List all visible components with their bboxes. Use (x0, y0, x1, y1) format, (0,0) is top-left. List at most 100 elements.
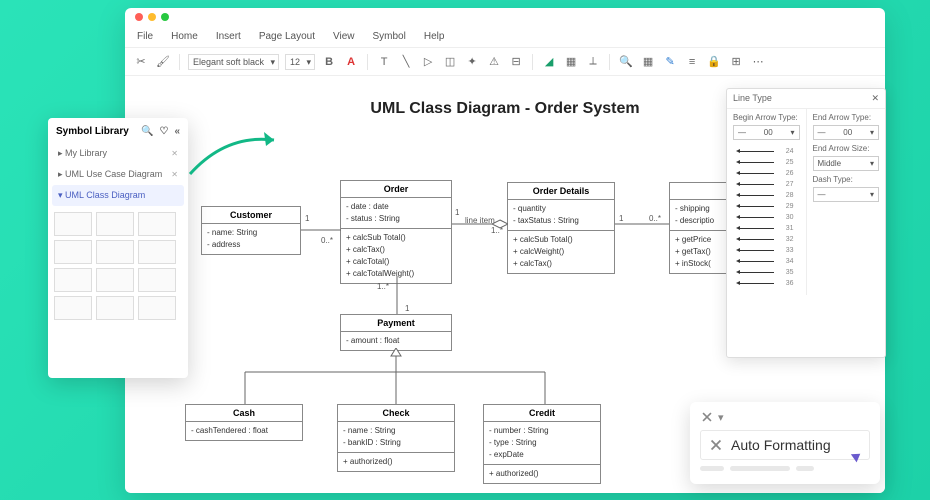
shape-thumbnail[interactable] (138, 240, 176, 264)
more-icon[interactable]: ⋯ (750, 54, 766, 70)
close-window-icon[interactable] (135, 13, 143, 21)
uml-class-credit[interactable]: Credit - number : String - type : String… (483, 404, 601, 484)
class-methods: + authorized() (484, 465, 600, 483)
class-name (670, 183, 728, 200)
search-icon[interactable]: 🔍 (141, 126, 153, 137)
camera-icon[interactable]: ▦ (563, 54, 579, 70)
pointer-icon[interactable]: ▷ (420, 54, 436, 70)
class-attributes: - quantity - taxStatus : String (508, 200, 614, 231)
arrow-type-option[interactable]: 28 (739, 190, 794, 201)
shape-thumbnail[interactable] (54, 212, 92, 236)
shape-thumbnail[interactable] (138, 212, 176, 236)
window-titlebar (125, 8, 885, 26)
uml-class-cash[interactable]: Cash - cashTendered : float (185, 404, 303, 441)
end-arrow-select[interactable]: —00 ▾ (813, 125, 880, 140)
grid-icon[interactable]: ▦ (640, 54, 656, 70)
multiplicity-label: 1 (405, 304, 409, 313)
menu-symbol[interactable]: Symbol (373, 31, 406, 42)
uml-class-partial[interactable]: - shipping - descriptio + getPrice + get… (669, 182, 729, 274)
shape-thumbnail[interactable] (54, 240, 92, 264)
bold-icon[interactable]: B (321, 54, 337, 70)
shape-thumbnail[interactable] (96, 268, 134, 292)
font-color-icon[interactable]: A (343, 54, 359, 70)
multiplicity-label: 0..* (321, 236, 333, 245)
symbol-library-panel[interactable]: Symbol Library 🔍 ♡ « ▸ My Library✕ ▸ UML… (48, 118, 188, 378)
shape-thumbnail[interactable] (54, 296, 92, 320)
menu-page-layout[interactable]: Page Layout (259, 31, 315, 42)
collapse-icon[interactable]: « (174, 126, 180, 137)
line-style-icon[interactable]: ≡ (684, 54, 700, 70)
uml-class-check[interactable]: Check - name : String - bankID : String … (337, 404, 455, 472)
menu-file[interactable]: File (137, 31, 153, 42)
close-icon[interactable]: ✕ (171, 170, 178, 179)
close-icon[interactable]: ✕ (171, 149, 178, 158)
shape-thumbnail[interactable] (96, 240, 134, 264)
maximize-window-icon[interactable] (161, 13, 169, 21)
begin-arrow-select[interactable]: —00 ▾ (733, 125, 800, 140)
shape-thumbnail[interactable] (96, 296, 134, 320)
arrow-type-option[interactable]: 33 (739, 245, 794, 256)
uml-class-payment[interactable]: Payment - amount : float (340, 314, 452, 351)
shape-thumbnail[interactable] (54, 268, 92, 292)
sidebar-item-my-library[interactable]: ▸ My Library✕ (48, 143, 188, 164)
class-attributes: - number : String - type : String - expD… (484, 422, 600, 465)
line-type-panel[interactable]: Line Type ✕ Begin Arrow Type: —00 ▾ 2425… (726, 88, 886, 358)
shape-thumbnail[interactable] (138, 268, 176, 292)
pen-icon[interactable]: ✎ (662, 54, 678, 70)
class-name: Customer (202, 207, 300, 224)
lock-icon[interactable]: 🔒 (706, 54, 722, 70)
minimize-window-icon[interactable] (148, 13, 156, 21)
uml-class-order[interactable]: Order - date : date - status : String + … (340, 180, 452, 284)
arrow-type-option[interactable]: 36 (739, 278, 794, 289)
cut-icon[interactable]: ✂ (133, 54, 149, 70)
fill-icon[interactable]: ◢ (541, 54, 557, 70)
arrow-type-option[interactable]: 29 (739, 201, 794, 212)
shape-thumbnail[interactable] (96, 212, 134, 236)
auto-formatting-card: ▾ Auto Formatting (690, 402, 880, 484)
group-icon[interactable]: ⊞ (728, 54, 744, 70)
sidebar-item-class-diagram[interactable]: ▾ UML Class Diagram (52, 185, 184, 206)
arrow-type-option[interactable]: 31 (739, 223, 794, 234)
arrow-type-option[interactable]: 35 (739, 267, 794, 278)
layers-icon[interactable]: ◫ (442, 54, 458, 70)
arrow-type-option[interactable]: 34 (739, 256, 794, 267)
close-icon[interactable]: ✕ (871, 93, 879, 104)
uml-class-order-details[interactable]: Order Details - quantity - taxStatus : S… (507, 182, 615, 274)
crop-icon[interactable]: ⟂ (585, 54, 601, 70)
align-icon[interactable]: ⊟ (508, 54, 524, 70)
text-tool-icon[interactable]: T (376, 54, 392, 70)
chevron-down-icon[interactable]: ▾ (718, 411, 724, 424)
arrow-type-option[interactable]: 26 (739, 168, 794, 179)
arrow-type-option[interactable]: 25 (739, 157, 794, 168)
multiplicity-label: 1..* (491, 226, 503, 235)
warning-icon[interactable]: ⚠ (486, 54, 502, 70)
shape-thumbnail[interactable] (138, 296, 176, 320)
font-size-select[interactable]: 12 ▾ (285, 54, 315, 70)
sidebar-item-usecase[interactable]: ▸ UML Use Case Diagram✕ (48, 164, 188, 185)
class-name: Credit (484, 405, 600, 422)
arrow-type-option[interactable]: 27 (739, 179, 794, 190)
effects-icon[interactable]: ✦ (464, 54, 480, 70)
arrow-type-option[interactable]: 30 (739, 212, 794, 223)
dash-type-select[interactable]: — ▾ (813, 187, 880, 202)
end-size-select[interactable]: Middle ▾ (813, 156, 880, 171)
class-name: Order Details (508, 183, 614, 200)
search-icon[interactable]: 🔍 (618, 54, 634, 70)
shape-palette (48, 206, 188, 326)
font-family-select[interactable]: Elegant soft black ▾ (188, 54, 279, 70)
class-attributes: - amount : float (341, 332, 451, 350)
arrow-type-option[interactable]: 32 (739, 234, 794, 245)
uml-class-customer[interactable]: Customer - name: String - address (201, 206, 301, 255)
line-tool-icon[interactable]: ╲ (398, 54, 414, 70)
paintbrush-icon[interactable]: 🖌 (155, 54, 171, 70)
heart-icon[interactable]: ♡ (159, 126, 168, 137)
auto-formatting-button[interactable]: Auto Formatting (700, 430, 870, 460)
menu-help[interactable]: Help (424, 31, 445, 42)
menu-home[interactable]: Home (171, 31, 198, 42)
arrow-type-option[interactable]: 24 (739, 146, 794, 157)
end-size-label: End Arrow Size: (813, 144, 880, 153)
multiplicity-label: 0..* (649, 214, 661, 223)
menu-insert[interactable]: Insert (216, 31, 241, 42)
diagram-title: UML Class Diagram - Order System (370, 100, 639, 118)
menu-view[interactable]: View (333, 31, 355, 42)
